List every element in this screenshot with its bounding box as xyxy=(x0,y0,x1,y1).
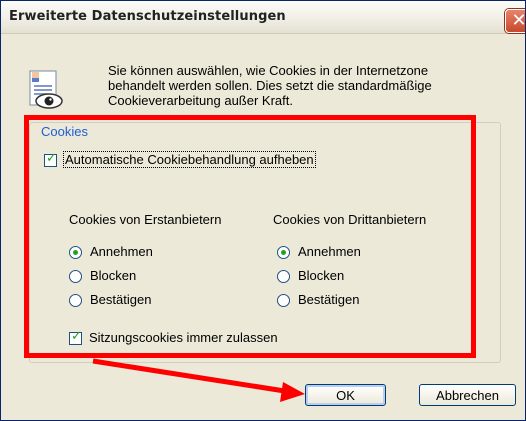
close-icon: ✕ xyxy=(511,10,526,31)
privacy-document-icon xyxy=(29,70,63,109)
title-bar[interactable]: Erweiterte Datenschutzeinstellungen ✕ xyxy=(1,1,525,34)
close-button[interactable]: ✕ xyxy=(505,9,526,33)
ok-button[interactable]: OK xyxy=(305,384,386,406)
cancel-button[interactable]: Abbrechen xyxy=(419,384,516,406)
window-title: Erweiterte Datenschutzeinstellungen xyxy=(9,9,286,24)
intro-text: Sie können auswählen, wie Cookies in der… xyxy=(108,63,432,108)
annotation-highlight-box xyxy=(24,115,476,358)
dialog-window: Erweiterte Datenschutzeinstellungen ✕ Si… xyxy=(0,0,526,421)
